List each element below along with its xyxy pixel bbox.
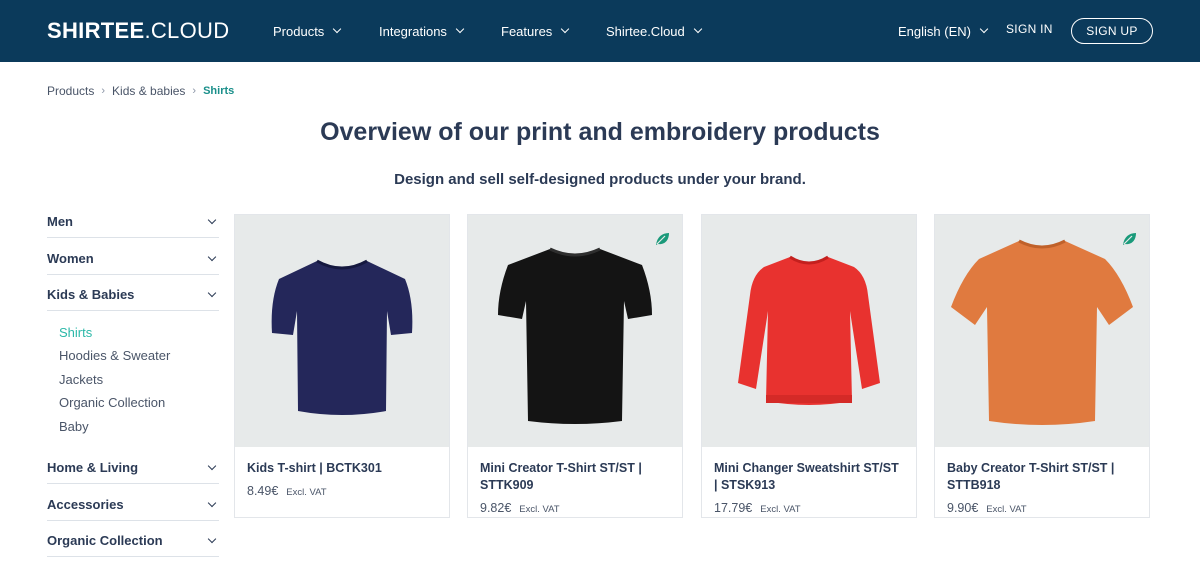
breadcrumb-separator-icon: › [101, 85, 106, 97]
subcategory-shirts[interactable]: Shirts [59, 325, 92, 340]
leaf-icon [656, 233, 669, 245]
category-label: Accessories [47, 497, 124, 512]
nav-features[interactable]: Features [501, 21, 570, 41]
nav-products-label: Products [273, 23, 325, 39]
category-women[interactable]: Women [47, 243, 219, 275]
product-card[interactable]: Mini Changer Sweatshirt ST/ST | STSK913 … [701, 214, 917, 518]
tshirt-icon [951, 239, 1133, 425]
product-card[interactable]: Baby Creator T-Shirt ST/ST | STTB918 9.9… [934, 214, 1150, 518]
category-label: Home & Living [47, 460, 139, 475]
tshirt-icon [498, 247, 652, 424]
subcategory-hoodies-sweater[interactable]: Hoodies & Sweater [59, 348, 170, 363]
sign-up-button[interactable]: SIGN UP [1071, 18, 1153, 44]
product-image [235, 215, 449, 447]
logo-thin-text: .CLOUD [144, 18, 230, 43]
subcategory-jackets[interactable]: Jackets [59, 372, 103, 387]
breadcrumb-separator-icon: › [192, 85, 197, 97]
category-label: Women [47, 251, 94, 266]
nav-shirtee-cloud-label: Shirtee.Cloud [606, 23, 685, 39]
vat-note: Excl. VAT [760, 504, 801, 515]
chevron-down-icon [207, 288, 217, 297]
chevron-down-icon [693, 24, 703, 34]
breadcrumb-kids-babies[interactable]: Kids & babies [112, 84, 185, 98]
category-organic-collection[interactable]: Organic Collection [47, 525, 219, 557]
product-image [702, 215, 916, 447]
product-name[interactable]: Baby Creator T-Shirt ST/ST | STTB918 [947, 460, 1137, 494]
product-price-row: 9.82€ Excl. VAT [480, 501, 560, 515]
chevron-down-icon [207, 498, 217, 507]
nav-products[interactable]: Products [273, 21, 342, 41]
nav-integrations[interactable]: Integrations [379, 21, 465, 41]
product-price: 17.79€ [714, 501, 753, 515]
category-men[interactable]: Men [47, 206, 219, 238]
product-image [935, 215, 1149, 447]
leaf-icon [1123, 233, 1136, 245]
chevron-down-icon [455, 24, 465, 34]
chevron-down-icon [207, 534, 217, 543]
logo-bold-text: SHIRTEE [47, 18, 145, 43]
product-card[interactable]: Mini Creator T-Shirt ST/ST | STTK909 9.8… [467, 214, 683, 518]
subcategory-baby[interactable]: Baby [59, 419, 89, 434]
subcategory-organic-collection[interactable]: Organic Collection [59, 395, 165, 410]
product-price-row: 17.79€ Excl. VAT [714, 501, 801, 515]
shirtee-logo[interactable]: SHIRTEE .CLOUD [47, 18, 230, 43]
chevron-down-icon [207, 252, 217, 261]
sweatshirt-icon [738, 255, 880, 405]
category-home-living[interactable]: Home & Living [47, 452, 219, 484]
sign-in-link[interactable]: SIGN IN [1006, 22, 1053, 36]
product-name[interactable]: Kids T-shirt | BCTK301 [247, 460, 437, 477]
page-subtitle: Design and sell self-designed products u… [394, 171, 806, 188]
product-card[interactable]: Kids T-shirt | BCTK301 8.49€ Excl. VAT [234, 214, 450, 518]
product-price-row: 9.90€ Excl. VAT [947, 501, 1027, 515]
language-selector[interactable]: English (EN) [898, 21, 989, 41]
category-accessories[interactable]: Accessories [47, 489, 219, 521]
vat-note: Excl. VAT [286, 487, 327, 498]
product-price: 9.82€ [480, 501, 512, 515]
page-title: Overview of our print and embroidery pro… [320, 118, 880, 146]
chevron-down-icon [561, 24, 570, 34]
breadcrumb-products[interactable]: Products [47, 84, 94, 98]
vat-note: Excl. VAT [986, 504, 1027, 515]
category-kids-babies[interactable]: Kids & Babies [47, 279, 219, 311]
chevron-down-icon [333, 24, 342, 34]
product-price: 8.49€ [247, 484, 279, 498]
chevron-down-icon [207, 461, 217, 470]
product-name[interactable]: Mini Creator T-Shirt ST/ST | STTK909 [480, 460, 670, 494]
top-navigation-bar: SHIRTEE .CLOUD Products Integrations Feat… [0, 0, 1200, 62]
vat-note: Excl. VAT [519, 504, 560, 515]
product-image [468, 215, 682, 447]
nav-shirtee-cloud[interactable]: Shirtee.Cloud [606, 21, 703, 41]
tshirt-icon [271, 259, 413, 415]
chevron-down-icon [979, 24, 989, 34]
category-label: Organic Collection [47, 533, 163, 548]
product-name[interactable]: Mini Changer Sweatshirt ST/ST | STSK913 [714, 460, 904, 494]
breadcrumb-current: Shirts [203, 85, 235, 97]
category-label: Kids & Babies [47, 287, 135, 302]
breadcrumb: Products › Kids & babies › Shirts [47, 84, 234, 98]
language-label: English (EN) [898, 23, 971, 39]
nav-integrations-label: Integrations [379, 23, 447, 39]
product-price: 9.90€ [947, 501, 979, 515]
nav-features-label: Features [501, 23, 553, 39]
product-price-row: 8.49€ Excl. VAT [247, 484, 327, 498]
chevron-down-icon [207, 215, 217, 224]
category-label: Men [47, 214, 73, 229]
